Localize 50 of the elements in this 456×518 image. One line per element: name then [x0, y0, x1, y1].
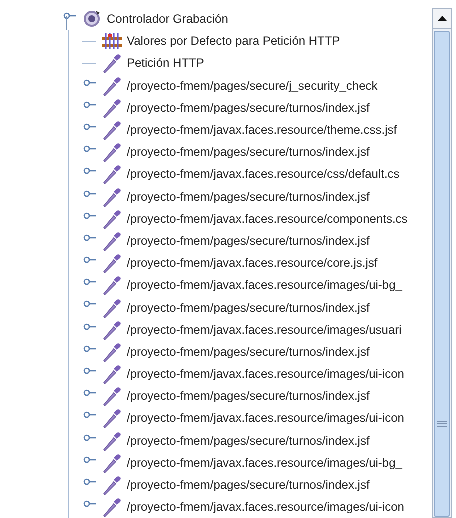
pipette-icon [102, 186, 122, 207]
pipette-icon [102, 386, 122, 406]
pipette-icon [102, 275, 122, 296]
tree-item-label[interactable]: Valores por Defecto para Petición HTTP [127, 32, 340, 50]
scrollbar-thumb[interactable] [434, 31, 450, 517]
tree-item-label[interactable]: /proyecto-fmem/pages/secure/turnos/index.jsf [127, 143, 370, 162]
tree-item-label[interactable]: /proyecto-fmem/javax.faces.resource/css/default.cs [127, 165, 400, 184]
pipette-icon [102, 320, 122, 340]
pipette-icon [102, 208, 122, 229]
pipette-icon [102, 53, 122, 74]
pipette-icon [102, 364, 122, 384]
grip-icon [437, 421, 447, 427]
scrollbar[interactable] [432, 8, 452, 518]
tree-item-label[interactable]: /proyecto-fmem/pages/secure/turnos/index.jsf [127, 432, 370, 450]
tree-item-label[interactable]: /proyecto-fmem/javax.faces.resource/images/ui-icon [127, 498, 404, 516]
pipette-icon [102, 430, 122, 451]
pipette-icon [102, 342, 122, 362]
tree-item-label[interactable]: /proyecto-fmem/pages/secure/turnos/index.jsf [127, 387, 370, 406]
tree-item-label[interactable]: /proyecto-fmem/pages/secure/turnos/index.jsf [127, 298, 370, 317]
tree-item-label[interactable]: /proyecto-fmem/pages/secure/turnos/index.jsf [127, 476, 370, 494]
pipette-icon [102, 298, 122, 318]
pipette-icon [102, 452, 122, 473]
tree-item-label[interactable]: /proyecto-fmem/javax.faces.resource/images/ui-icon [127, 409, 404, 428]
up-arrow-icon [438, 16, 446, 21]
pipette-icon [102, 164, 122, 184]
pipette-icon [102, 497, 122, 518]
pipette-icon [102, 98, 122, 118]
pipette-icon [102, 76, 122, 96]
pipette-icon [102, 230, 122, 251]
tree-item-label[interactable]: Petición HTTP [127, 54, 204, 72]
tree-item-label[interactable]: /proyecto-fmem/pages/secure/turnos/index.jsf [127, 98, 370, 117]
tree-item-label[interactable]: /proyecto-fmem/pages/secure/turnos/index.jsf [127, 342, 370, 361]
pipette-icon [102, 253, 122, 274]
tree-item-label[interactable]: /proyecto-fmem/javax.faces.resource/images/ui-bg_ [127, 454, 402, 472]
pipette-icon [102, 142, 122, 162]
tree-item-label[interactable]: /proyecto-fmem/javax.faces.resource/theme.css.jsf [127, 121, 398, 140]
tree-item-label[interactable]: /proyecto-fmem/pages/secure/j_security_check [127, 76, 378, 95]
pipette-icon [102, 408, 122, 428]
scroll-up-button[interactable] [433, 9, 451, 29]
rack-icon [102, 33, 122, 50]
tree-item-label[interactable]: /proyecto-fmem/javax.faces.resource/images/ui-icon [127, 365, 404, 384]
tree-item-label[interactable]: /proyecto-fmem/javax.faces.resource/components.cs [127, 210, 408, 228]
tree-item-label[interactable]: /proyecto-fmem/javax.faces.resource/images/ui-bg_ [127, 276, 402, 294]
tree-item-label[interactable]: Controlador Grabación [107, 10, 228, 28]
tree-item-label[interactable]: /proyecto-fmem/pages/secure/turnos/index.jsf [127, 232, 370, 250]
tree-item-label[interactable]: /proyecto-fmem/javax.faces.resource/images/usuari [127, 320, 402, 339]
tree-item-label[interactable]: /proyecto-fmem/javax.faces.resource/core.js.jsf [127, 254, 378, 272]
pipette-icon [102, 120, 122, 140]
tree-item-label[interactable]: /proyecto-fmem/pages/secure/turnos/index.jsf [127, 188, 370, 206]
pipette-icon [102, 475, 122, 496]
